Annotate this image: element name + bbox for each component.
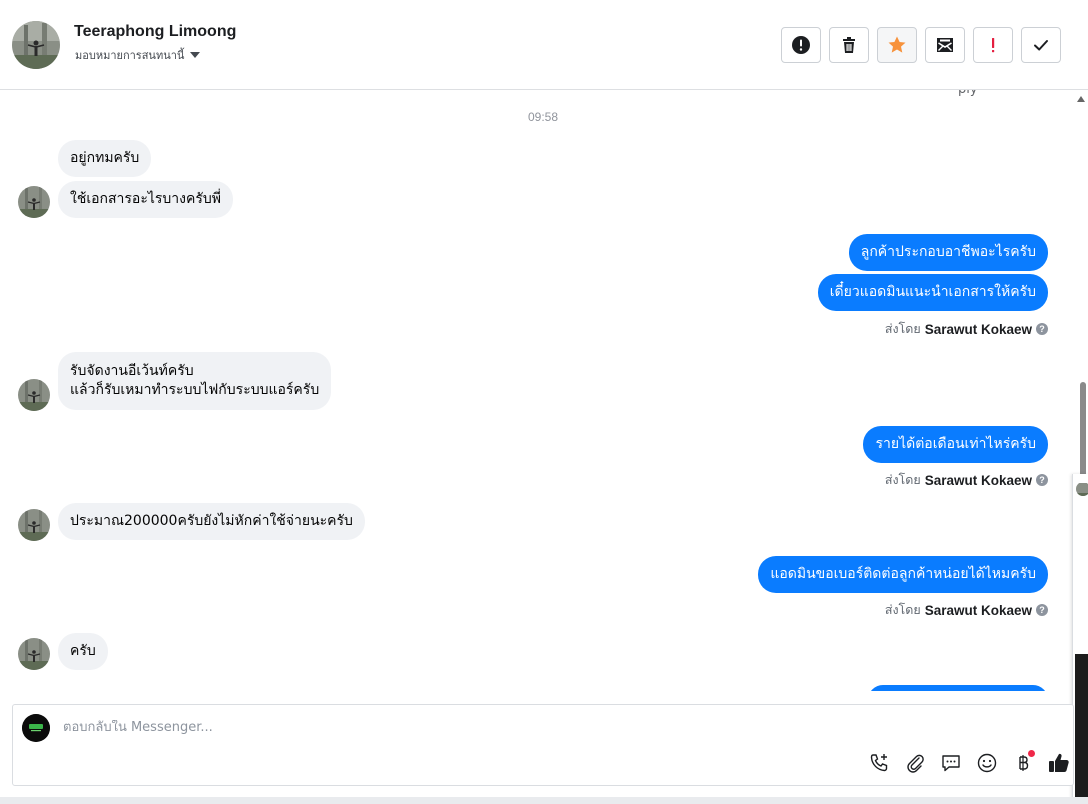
truncated-message-text: ply (958, 90, 978, 97)
delete-button[interactable] (829, 27, 869, 63)
emoji-button[interactable] (975, 751, 999, 775)
conversation-header: Teeraphong Limoong มอบหมายการสนทนานี้ (0, 0, 1088, 90)
contact-avatar-small[interactable] (18, 638, 50, 670)
page-avatar (22, 714, 50, 742)
sent-by-label: ส่งโดย Sarawut Kokaew ? (885, 600, 1048, 620)
contact-avatar-small[interactable] (18, 186, 50, 218)
payment-button[interactable] (1011, 750, 1035, 775)
conversation-toolbar (781, 27, 1061, 63)
message-line: รับจัดงานอีเว้นท์ครับ (70, 363, 194, 379)
incoming-message[interactable]: ใช้เอกสารอะไรบางครับพี่ (58, 181, 234, 218)
reply-composer (12, 704, 1074, 786)
collapsed-side-panel[interactable] (1072, 474, 1088, 804)
contact-name[interactable]: Teeraphong Limoong (74, 23, 236, 41)
incoming-message[interactable]: รับจัดงานอีเว้นท์ครับ แล้วก็รับเหมาทำระบ… (58, 352, 332, 410)
star-icon (888, 36, 906, 53)
alert-circle-icon (792, 36, 810, 54)
call-icon (870, 754, 888, 772)
message-timestamp: 09:58 (527, 110, 559, 124)
envelope-icon (937, 38, 953, 52)
exclamation-icon (992, 38, 995, 53)
sent-by-name[interactable]: Sarawut Kokaew (925, 322, 1032, 337)
trash-icon (843, 37, 855, 53)
outgoing-message[interactable]: ลูกค้าประกอบอาชีพอะไรครับ (848, 234, 1048, 271)
incoming-message[interactable]: ประมาณ200000ครับยังไม่หักค่าใช้จ่ายนะครั… (58, 503, 365, 540)
outgoing-message[interactable]: แอดมินขอเบอร์ติดต่อลูกค้าหน่อยได้ไหมครับ (758, 556, 1048, 593)
mini-avatar (1076, 482, 1088, 496)
incoming-message[interactable]: ครับ (58, 633, 108, 670)
message-thread[interactable]: ply 09:58 อยู่กทมครับ ใช้เอกสารอะไรบางคร… (0, 90, 1072, 691)
caret-down-icon (190, 52, 201, 58)
assign-conversation-label: มอบหมายการสนทนานี้ (75, 49, 185, 62)
reply-input[interactable] (63, 720, 823, 735)
saved-reply-icon (942, 755, 960, 772)
sent-by-label: ส่งโดย Sarawut Kokaew ? (885, 319, 1048, 339)
mark-spam-button[interactable] (781, 27, 821, 63)
call-button[interactable] (867, 751, 891, 775)
checkmark-icon (1034, 40, 1048, 51)
sent-by-name[interactable]: Sarawut Kokaew (925, 473, 1032, 488)
contact-avatar[interactable] (12, 21, 60, 69)
saved-reply-button[interactable] (939, 751, 963, 775)
like-icon (1049, 753, 1069, 772)
outgoing-message[interactable]: เดี๋ยวแอดมินแนะนำเอกสารให้ครับ (817, 274, 1048, 311)
sent-by-prefix: ส่งโดย (884, 472, 921, 487)
emoji-icon (977, 753, 997, 773)
outgoing-message-partial[interactable] (868, 685, 1048, 691)
page-bottom-strip (0, 797, 1088, 804)
contact-avatar-small[interactable] (18, 509, 50, 541)
mark-done-button[interactable] (1021, 27, 1061, 63)
sent-by-label: ส่งโดย Sarawut Kokaew ? (885, 470, 1048, 490)
message-line: แล้วก็รับเหมาทำระบบไฟกับระบบแอร์ครับ (70, 382, 320, 398)
help-icon[interactable]: ? (1036, 474, 1048, 486)
side-panel-dark-strip (1075, 654, 1088, 804)
sent-by-prefix: ส่งโดย (884, 321, 921, 336)
follow-up-button[interactable] (973, 27, 1013, 63)
assign-conversation-dropdown[interactable]: มอบหมายการสนทนานี้ (75, 46, 201, 64)
attach-file-button[interactable] (903, 751, 927, 775)
outgoing-message[interactable]: รายได้ต่อเดือนเท่าไหร่ครับ (863, 426, 1048, 463)
help-icon[interactable]: ? (1036, 323, 1048, 335)
contact-avatar-small[interactable] (18, 379, 50, 411)
attachment-icon (907, 754, 924, 773)
notification-dot (1028, 750, 1035, 757)
incoming-message[interactable]: อยู่กทมครับ (58, 140, 152, 177)
star-button[interactable] (877, 27, 917, 63)
mark-unread-button[interactable] (925, 27, 965, 63)
sent-by-prefix: ส่งโดย (884, 602, 921, 617)
scroll-up-arrow-icon[interactable] (1077, 96, 1085, 102)
scrollbar-thumb[interactable] (1080, 382, 1086, 482)
help-icon[interactable]: ? (1036, 604, 1048, 616)
like-button[interactable] (1047, 751, 1071, 775)
sent-by-name[interactable]: Sarawut Kokaew (925, 603, 1032, 618)
composer-toolbar (867, 750, 1071, 775)
